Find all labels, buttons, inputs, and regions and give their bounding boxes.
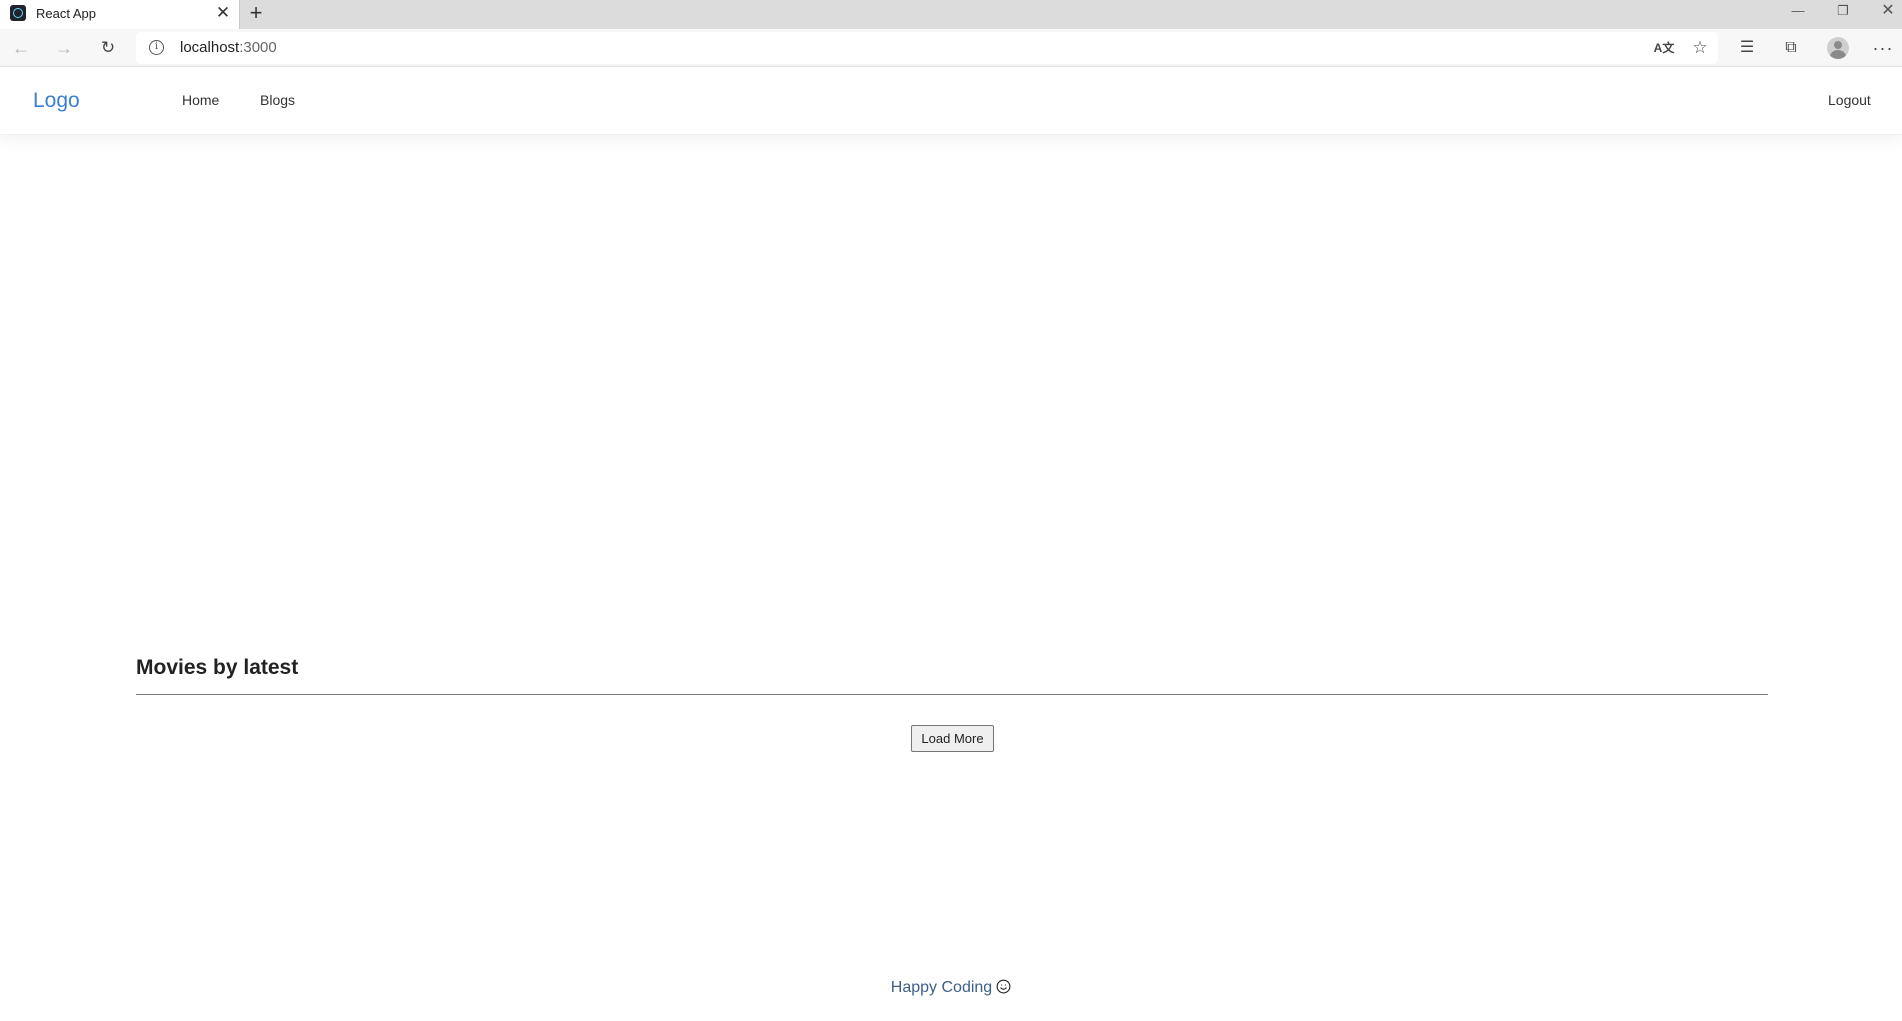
favorites-list-icon[interactable]: ☰: [1733, 34, 1761, 62]
tab-close-icon[interactable]: ✕: [213, 3, 233, 23]
nav-link-home[interactable]: Home: [182, 92, 219, 108]
favorite-star-icon[interactable]: ☆: [1688, 36, 1712, 60]
back-button[interactable]: ←: [7, 34, 35, 62]
browser-toolbar: ← → ↻ i localhost:3000 A文 ☆ ☰ ⧉ ···: [0, 29, 1902, 67]
logo-link[interactable]: Logo: [33, 89, 80, 113]
browser-tab-strip: React App ✕ + — ❐ ✕: [0, 0, 1902, 29]
forward-button[interactable]: →: [50, 34, 78, 62]
smile-icon: [996, 979, 1011, 994]
avatar: [1827, 37, 1849, 59]
footer-text: Happy Coding: [890, 979, 993, 996]
footer: Happy Coding: [0, 979, 1902, 997]
url-port: :3000: [239, 39, 277, 56]
minimize-button[interactable]: —: [1775, 0, 1821, 22]
tab-title: React App: [36, 6, 96, 21]
new-tab-button[interactable]: +: [244, 1, 268, 25]
collections-icon[interactable]: ⧉: [1777, 34, 1805, 62]
site-info-icon[interactable]: i: [149, 40, 164, 55]
browser-tab[interactable]: React App ✕: [0, 0, 240, 29]
translate-icon[interactable]: A文: [1652, 36, 1676, 60]
address-bar[interactable]: i localhost:3000 A文 ☆: [136, 32, 1718, 64]
load-more-button[interactable]: Load More: [911, 725, 994, 752]
reload-button[interactable]: ↻: [94, 34, 122, 62]
react-icon: [10, 5, 26, 21]
nav-link-blogs[interactable]: Blogs: [260, 92, 295, 108]
profile-avatar-button[interactable]: [1824, 34, 1852, 62]
url-text[interactable]: localhost:3000: [180, 39, 277, 56]
section-divider: [136, 694, 1768, 695]
more-menu-icon[interactable]: ···: [1869, 34, 1897, 62]
logout-link[interactable]: Logout: [1828, 92, 1871, 108]
close-window-button[interactable]: ✕: [1865, 0, 1902, 22]
restore-button[interactable]: ❐: [1820, 0, 1866, 22]
app-navbar: Logo Home Blogs Logout: [0, 67, 1902, 135]
section-title: Movies by latest: [136, 656, 299, 679]
url-host: localhost: [180, 39, 240, 56]
page-viewport: Logo Home Blogs Logout Movies by latest …: [0, 67, 1902, 1021]
